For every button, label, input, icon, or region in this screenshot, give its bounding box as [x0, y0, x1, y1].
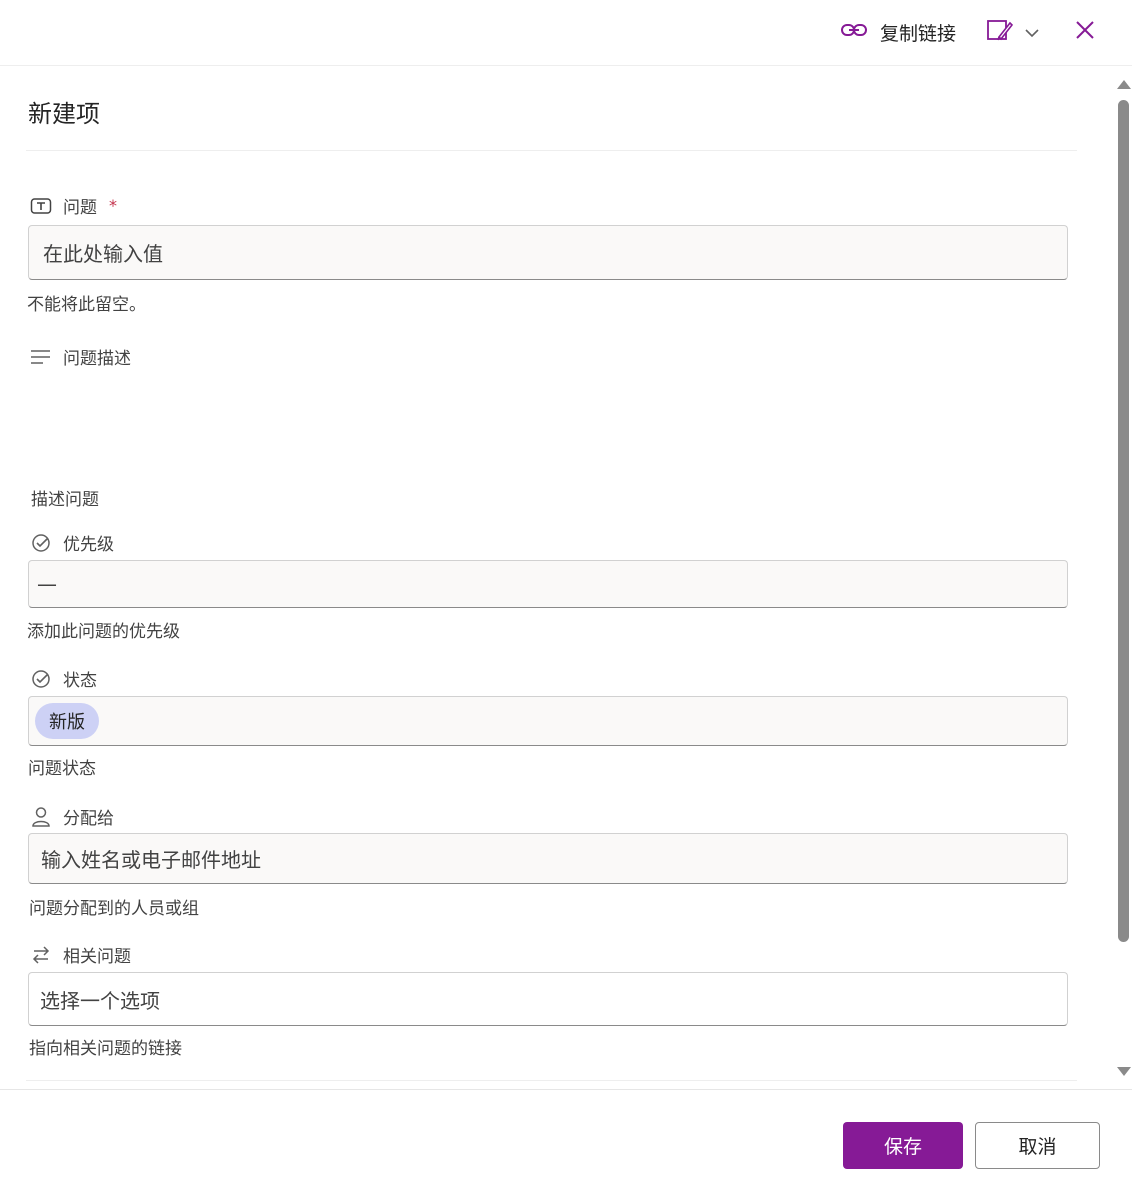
scroll-up-arrow[interactable]	[1117, 80, 1131, 89]
copy-link-button[interactable]: 复制链接	[840, 18, 956, 46]
priority-dropdown[interactable]: —	[28, 560, 1068, 608]
choice-check-icon	[30, 668, 52, 690]
field-label-priority: 优先级	[30, 530, 114, 555]
link-icon	[840, 20, 868, 44]
related-issues-dropdown[interactable]: 选择一个选项	[28, 972, 1068, 1026]
save-button[interactable]: 保存	[843, 1122, 963, 1169]
cancel-button[interactable]: 取消	[975, 1122, 1100, 1169]
arrow-swap-icon	[30, 944, 52, 966]
priority-helper-text: 添加此问题的优先级	[27, 622, 180, 642]
close-button[interactable]	[1071, 18, 1099, 46]
field-label-description: 问题描述	[30, 344, 131, 369]
issue-placeholder: 在此处输入值	[43, 242, 163, 266]
description-helper-text: 描述问题	[31, 490, 99, 510]
field-label-status: 状态	[30, 666, 97, 691]
edit-form-icon	[986, 17, 1014, 47]
priority-value: —	[37, 572, 57, 596]
field-label-related-issues: 相关问题	[30, 942, 131, 967]
form-bottom-divider	[26, 1080, 1077, 1081]
issue-helper-text: 不能将此留空。	[27, 295, 146, 315]
edit-form-button[interactable]	[986, 18, 1040, 46]
text-field-icon	[30, 195, 52, 217]
copy-link-label: 复制链接	[880, 22, 957, 45]
status-dropdown[interactable]: 新版	[28, 696, 1068, 746]
status-pill: 新版	[35, 703, 99, 739]
assigned-to-people-picker[interactable]: 输入姓名或电子邮件地址	[28, 833, 1068, 884]
field-label-issue: 问题 *	[30, 193, 117, 218]
status-helper-text: 问题状态	[28, 759, 96, 779]
panel-footer: 保存 取消	[0, 1089, 1132, 1195]
related-issues-helper-text: 指向相关问题的链接	[29, 1039, 182, 1059]
scroll-down-arrow[interactable]	[1117, 1067, 1131, 1076]
required-indicator: *	[109, 196, 117, 215]
person-icon	[30, 806, 52, 828]
chevron-down-icon	[1024, 23, 1040, 42]
assigned-to-helper-text: 问题分配到的人员或组	[29, 899, 199, 919]
scrollbar-thumb[interactable]	[1118, 100, 1129, 942]
field-label-assigned-to: 分配给	[30, 804, 114, 829]
form-body[interactable]: 新建项 问题 * 在此处输入值 不能将此留空。 问题描述 描述问题 优先级 — …	[0, 66, 1132, 1088]
close-icon	[1075, 20, 1095, 44]
multiline-text-icon	[30, 346, 52, 368]
description-input[interactable]	[28, 376, 1068, 476]
title-divider	[26, 150, 1077, 151]
page-title: 新建项	[28, 100, 100, 128]
choice-check-icon	[30, 532, 52, 554]
assigned-to-placeholder: 输入姓名或电子邮件地址	[41, 848, 261, 872]
panel-header: 复制链接	[0, 0, 1132, 66]
related-issues-placeholder: 选择一个选项	[40, 988, 160, 1013]
issue-input[interactable]: 在此处输入值	[28, 225, 1068, 280]
